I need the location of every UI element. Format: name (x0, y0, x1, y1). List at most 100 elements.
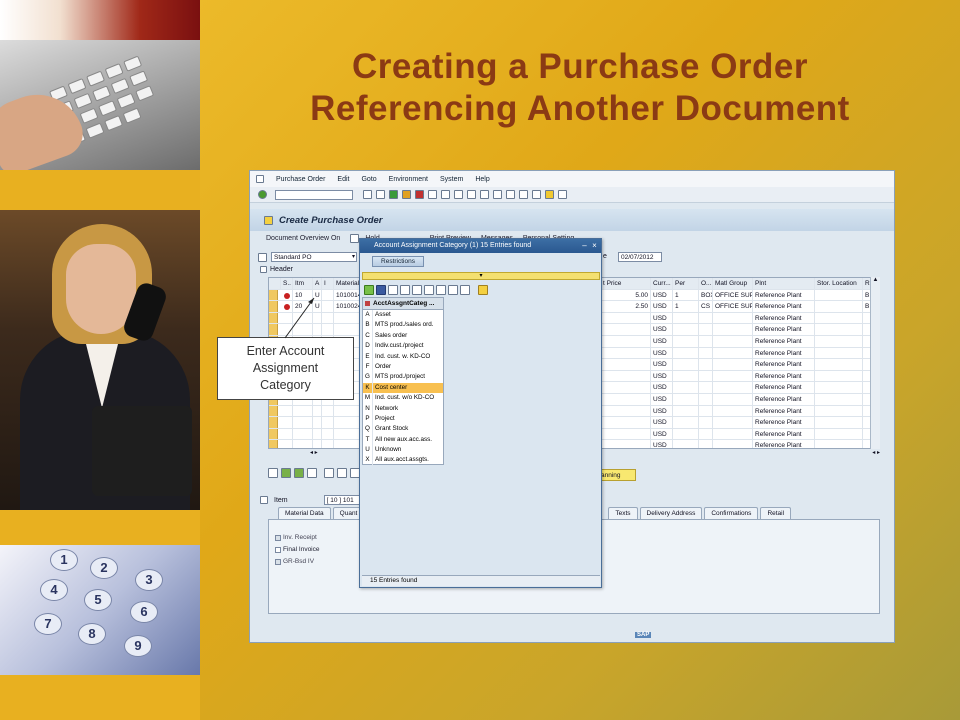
back-icon[interactable] (363, 190, 372, 199)
list-item[interactable]: T All new aux.acc.ass. (363, 434, 443, 446)
grid-cell-price[interactable] (601, 428, 651, 440)
help-icon[interactable] (545, 190, 554, 199)
grid-cell-plant[interactable]: Reference Plant (753, 289, 815, 301)
list-item[interactable]: F Order (363, 361, 443, 373)
grid-cell-plant[interactable]: Reference Plant (753, 301, 815, 312)
planning-button[interactable]: anning (598, 469, 636, 481)
final-invoice-checkbox[interactable]: Final Invoice (275, 546, 320, 553)
grid-cell-stor[interactable] (815, 289, 863, 301)
checkbox-box[interactable] (275, 534, 281, 541)
grid-cell-per[interactable] (673, 359, 699, 370)
grid-cell-oun[interactable] (699, 417, 713, 428)
grid-cell-curr[interactable]: USD (651, 382, 673, 393)
menu-help[interactable]: Help (475, 176, 489, 183)
next-page-icon[interactable] (493, 190, 502, 199)
grid-cell-oun[interactable] (699, 336, 713, 347)
select-all-icon[interactable] (281, 468, 291, 478)
grid-cell-itm[interactable] (293, 324, 313, 335)
grid-cell-matl_group[interactable] (713, 417, 753, 428)
find-icon[interactable] (388, 285, 398, 295)
grid-cell-per[interactable] (673, 394, 699, 405)
grid-cell-i[interactable] (322, 289, 334, 301)
cancel-icon[interactable] (376, 285, 386, 295)
list-item[interactable]: K Cost center (363, 382, 443, 394)
back-green-icon[interactable] (389, 190, 398, 199)
grid-cell-matl_group[interactable] (713, 382, 753, 393)
details-icon[interactable] (268, 468, 278, 478)
personal-list-icon[interactable] (478, 285, 488, 295)
grid-cell-stor[interactable] (815, 417, 863, 428)
grid-cell-i[interactable] (322, 417, 334, 428)
grid-cell-stor[interactable] (815, 428, 863, 440)
first-page-icon[interactable] (467, 190, 476, 199)
info-icon[interactable] (436, 285, 446, 295)
grid-cell-price[interactable] (601, 370, 651, 382)
grid-cell-stor[interactable] (815, 347, 863, 359)
grid-cell-i[interactable] (322, 428, 334, 440)
grid-cell-curr[interactable]: USD (651, 428, 673, 440)
grid-cell-matl_group[interactable]: OFFICE SUP... (713, 289, 753, 301)
list-item[interactable]: A Asset (363, 310, 443, 321)
header-toggle[interactable]: Header (260, 266, 293, 273)
grid-cell-stor[interactable] (815, 382, 863, 393)
grid-cell-per[interactable] (673, 382, 699, 393)
grid-cell-material[interactable] (334, 312, 360, 324)
col-item-category[interactable]: I (322, 278, 334, 289)
row-selector[interactable] (269, 324, 278, 335)
list-item[interactable]: D Indiv.cust./project (363, 341, 443, 352)
inv-receipt-checkbox[interactable]: Inv. Receipt (275, 534, 317, 541)
grid-cell-oun[interactable] (699, 370, 713, 382)
collapse-item-icon[interactable] (260, 496, 268, 504)
grid-cell-plant[interactable]: Reference Plant (753, 394, 815, 405)
grid-cell-matl_group[interactable] (713, 440, 753, 448)
grid-cell-oun[interactable] (699, 428, 713, 440)
grid-cell-curr[interactable]: USD (651, 289, 673, 301)
menu-goto[interactable]: Goto (361, 176, 376, 183)
row-selector[interactable] (269, 428, 278, 440)
lock-icon[interactable] (337, 468, 347, 478)
grid-cell-price[interactable] (601, 417, 651, 428)
grid-cell-per[interactable] (673, 417, 699, 428)
grid-cell-curr[interactable]: USD (651, 359, 673, 370)
grid-cell-a[interactable] (313, 428, 322, 440)
grid-cell-status[interactable] (281, 312, 293, 324)
document-icon[interactable] (264, 215, 273, 225)
list-item[interactable]: U Unknown (363, 445, 443, 456)
grid-settings-icon[interactable] (269, 278, 281, 289)
grid-cell-status[interactable] (281, 417, 293, 428)
grid-cell-i[interactable] (322, 405, 334, 417)
grid-cell-price[interactable] (601, 347, 651, 359)
grid-cell-plant[interactable]: Reference Plant (753, 428, 815, 440)
grid-cell-status[interactable] (281, 301, 293, 312)
grid-cell-matl_group[interactable] (713, 394, 753, 405)
grid-cell-per[interactable] (673, 370, 699, 382)
list-item[interactable]: Q Grant Stock (363, 424, 443, 435)
col-material[interactable]: Material (334, 278, 360, 289)
grid-cell-itm[interactable] (293, 312, 313, 324)
grid-cell-stor[interactable] (815, 359, 863, 370)
grid-cell-a[interactable]: U (313, 289, 322, 301)
col-stor-location[interactable]: Stor. Location (815, 278, 863, 289)
col-net-price[interactable]: t Price (601, 278, 651, 289)
grid-cell-price[interactable] (601, 359, 651, 370)
confirm-icon[interactable] (364, 285, 374, 295)
grid-cell-price[interactable]: 5.00 (601, 289, 651, 301)
restrictions-toggle[interactable]: ▾ (362, 272, 600, 280)
grid-cell-stor[interactable] (815, 312, 863, 324)
grid-cell-oun[interactable] (699, 382, 713, 393)
new-session-icon[interactable] (519, 190, 528, 199)
grid-cell-per[interactable] (673, 336, 699, 347)
col-item[interactable]: Itm (293, 278, 313, 289)
grid-cell-status[interactable] (281, 324, 293, 335)
row-selector[interactable] (269, 289, 278, 301)
grid-cell-per[interactable]: 1 (673, 289, 699, 301)
grid-cell-matl_group[interactable] (713, 370, 753, 382)
list-item[interactable]: B MTS prod./sales ord. (363, 320, 443, 331)
grid-cell-material[interactable] (334, 428, 360, 440)
grid-cell-matl_group[interactable] (713, 359, 753, 370)
col-status[interactable]: S.. (281, 278, 293, 289)
grid-cell-price[interactable] (601, 405, 651, 417)
exit-icon[interactable] (402, 190, 411, 199)
list-item[interactable]: M Ind. cust. w/o KD-CO (363, 393, 443, 404)
grid-cell-material[interactable] (334, 417, 360, 428)
